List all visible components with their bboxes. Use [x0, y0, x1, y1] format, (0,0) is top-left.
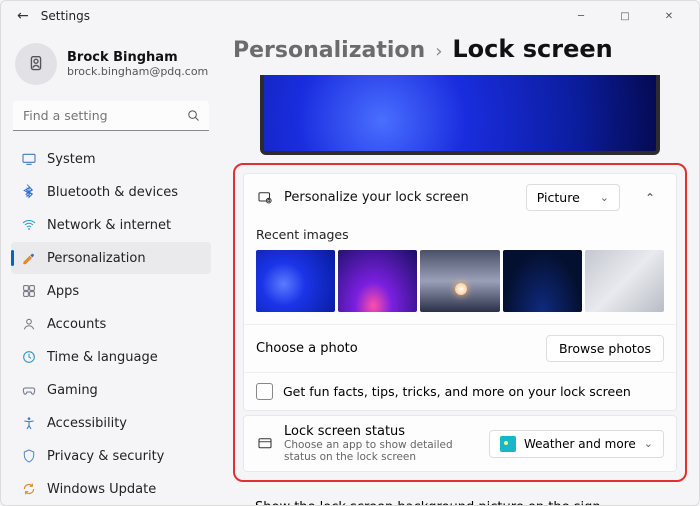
chevron-down-icon: ⌄ — [600, 191, 609, 204]
title-bar: ← Settings ─ □ ✕ — [1, 1, 699, 31]
breadcrumb: Personalization › Lock screen — [233, 31, 687, 75]
status-title: Lock screen status — [284, 424, 479, 439]
nav: System Bluetooth & devices Network & int… — [11, 143, 211, 505]
sidebar-item-apps[interactable]: Apps — [11, 275, 211, 307]
window-title: Settings — [41, 9, 90, 23]
sidebar-item-system[interactable]: System — [11, 143, 211, 175]
gaming-icon — [21, 382, 37, 398]
bluetooth-icon — [21, 184, 37, 200]
accessibility-icon — [21, 415, 37, 431]
user-email: brock.bingham@pdq.com — [67, 65, 208, 78]
user-account-row[interactable]: Brock Bingham brock.bingham@pdq.com — [11, 39, 211, 97]
sidebar: Brock Bingham brock.bingham@pdq.com Syst… — [1, 31, 217, 505]
user-name: Brock Bingham — [67, 50, 208, 65]
recent-image-thumbnail[interactable] — [420, 250, 499, 312]
chevron-right-icon: › — [435, 41, 442, 62]
system-icon — [21, 151, 37, 167]
breadcrumb-parent[interactable]: Personalization — [233, 38, 425, 63]
apps-icon — [21, 283, 37, 299]
choose-photo-label: Choose a photo — [256, 341, 546, 356]
sidebar-item-privacy[interactable]: Privacy & security — [11, 440, 211, 472]
main-content: Personalization › Lock screen Personaliz… — [217, 31, 699, 505]
network-icon — [21, 217, 37, 233]
avatar — [15, 43, 57, 85]
search-field-wrap — [13, 101, 209, 131]
recent-image-thumbnail[interactable] — [585, 250, 664, 312]
fun-facts-checkbox[interactable] — [256, 383, 273, 400]
sidebar-item-accessibility[interactable]: Accessibility — [11, 407, 211, 439]
update-icon — [21, 481, 37, 497]
sidebar-item-label: Accounts — [47, 317, 106, 332]
status-icon — [256, 435, 274, 453]
lock-screen-preview — [260, 75, 660, 155]
search-input[interactable] — [13, 101, 209, 131]
status-app-dropdown[interactable]: Weather and more ⌄ — [489, 430, 664, 458]
status-subtitle: Choose an app to show detailed status on… — [284, 439, 479, 463]
highlighted-section: Personalize your lock screen Picture ⌄ ⌃… — [233, 163, 687, 482]
lock-screen-icon — [256, 189, 274, 207]
recent-image-thumbnail[interactable] — [503, 250, 582, 312]
sidebar-item-accounts[interactable]: Accounts — [11, 308, 211, 340]
search-icon — [186, 108, 201, 123]
dropdown-value: Picture — [537, 190, 580, 205]
sidebar-item-label: Apps — [47, 284, 79, 299]
window-controls: ─ □ ✕ — [559, 2, 691, 30]
back-button[interactable]: ← — [9, 4, 37, 28]
lock-screen-status-card: Lock screen status Choose an app to show… — [243, 415, 677, 472]
sidebar-item-label: Privacy & security — [47, 449, 164, 464]
sidebar-item-personalization[interactable]: Personalization — [11, 242, 211, 274]
personalize-card: Personalize your lock screen Picture ⌄ ⌃… — [243, 173, 677, 411]
sidebar-item-gaming[interactable]: Gaming — [11, 374, 211, 406]
recent-images-row — [256, 250, 664, 312]
close-button[interactable]: ✕ — [647, 2, 691, 30]
recent-image-thumbnail[interactable] — [338, 250, 417, 312]
sidebar-item-time-language[interactable]: Time & language — [11, 341, 211, 373]
privacy-icon — [21, 448, 37, 464]
personalization-icon — [21, 250, 37, 266]
recent-image-thumbnail[interactable] — [256, 250, 335, 312]
signin-background-row: Show the lock screen background picture … — [233, 492, 687, 505]
sidebar-item-label: Time & language — [47, 350, 158, 365]
sidebar-item-label: Network & internet — [47, 218, 171, 233]
time-icon — [21, 349, 37, 365]
sidebar-item-label: Accessibility — [47, 416, 127, 431]
sidebar-item-bluetooth[interactable]: Bluetooth & devices — [11, 176, 211, 208]
browse-photos-button[interactable]: Browse photos — [546, 335, 664, 362]
recent-images-label: Recent images — [256, 223, 664, 250]
signin-toggle-label: Show the lock screen background picture … — [255, 500, 607, 505]
sidebar-item-label: Gaming — [47, 383, 98, 398]
background-type-dropdown[interactable]: Picture ⌄ — [526, 184, 620, 211]
collapse-button[interactable]: ⌃ — [636, 191, 664, 205]
avatar-icon — [25, 53, 47, 75]
sidebar-item-network[interactable]: Network & internet — [11, 209, 211, 241]
status-app-value: Weather and more — [524, 437, 636, 451]
maximize-button[interactable]: □ — [603, 2, 647, 30]
weather-app-icon — [500, 436, 516, 452]
chevron-down-icon: ⌄ — [644, 437, 653, 450]
minimize-button[interactable]: ─ — [559, 2, 603, 30]
accounts-icon — [21, 316, 37, 332]
sidebar-item-label: Bluetooth & devices — [47, 185, 178, 200]
personalize-title: Personalize your lock screen — [284, 190, 516, 205]
page-title: Lock screen — [452, 35, 612, 63]
sidebar-item-label: Windows Update — [47, 482, 156, 497]
sidebar-item-label: System — [47, 152, 95, 167]
sidebar-item-windows-update[interactable]: Windows Update — [11, 473, 211, 505]
sidebar-item-label: Personalization — [47, 251, 146, 266]
fun-facts-label: Get fun facts, tips, tricks, and more on… — [283, 384, 631, 399]
